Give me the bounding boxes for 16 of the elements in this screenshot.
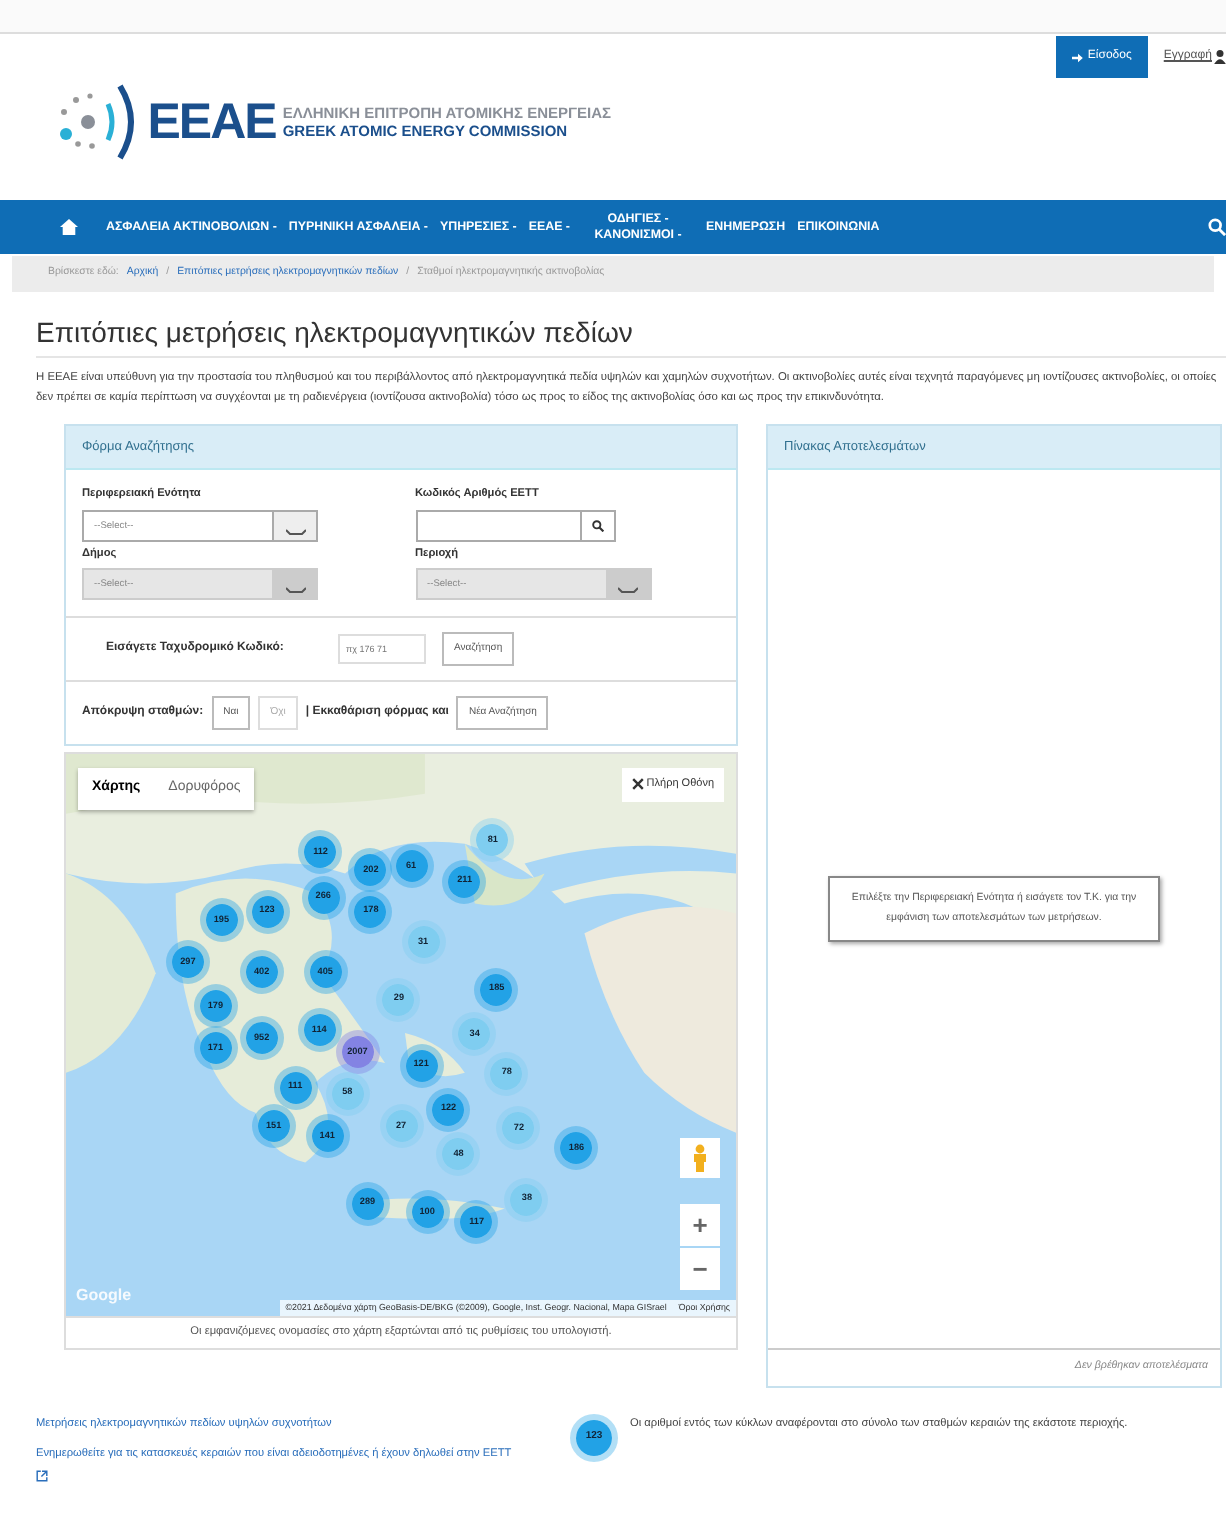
user-icon xyxy=(1214,50,1226,64)
page-title: Επιτόπιες μετρήσεις ηλεκτρομαγνητικών πεδίων xyxy=(36,316,1226,358)
search-icon[interactable] xyxy=(1208,218,1226,236)
caret-icon xyxy=(285,586,305,595)
home-icon[interactable] xyxy=(60,218,78,236)
sign-in-icon xyxy=(1071,51,1084,63)
map-logo: Google xyxy=(76,1284,132,1309)
caret-icon xyxy=(618,586,638,595)
caret-icon xyxy=(285,527,305,536)
zoom-in-button[interactable]: + xyxy=(680,1204,720,1247)
logo-wordmark: EEAE xyxy=(147,97,276,147)
search-icon xyxy=(591,519,603,532)
input-field[interactable] xyxy=(415,509,581,542)
zoom-out-button[interactable]: − xyxy=(680,1248,720,1291)
search-button[interactable] xyxy=(581,509,615,542)
person-icon xyxy=(692,1144,708,1173)
